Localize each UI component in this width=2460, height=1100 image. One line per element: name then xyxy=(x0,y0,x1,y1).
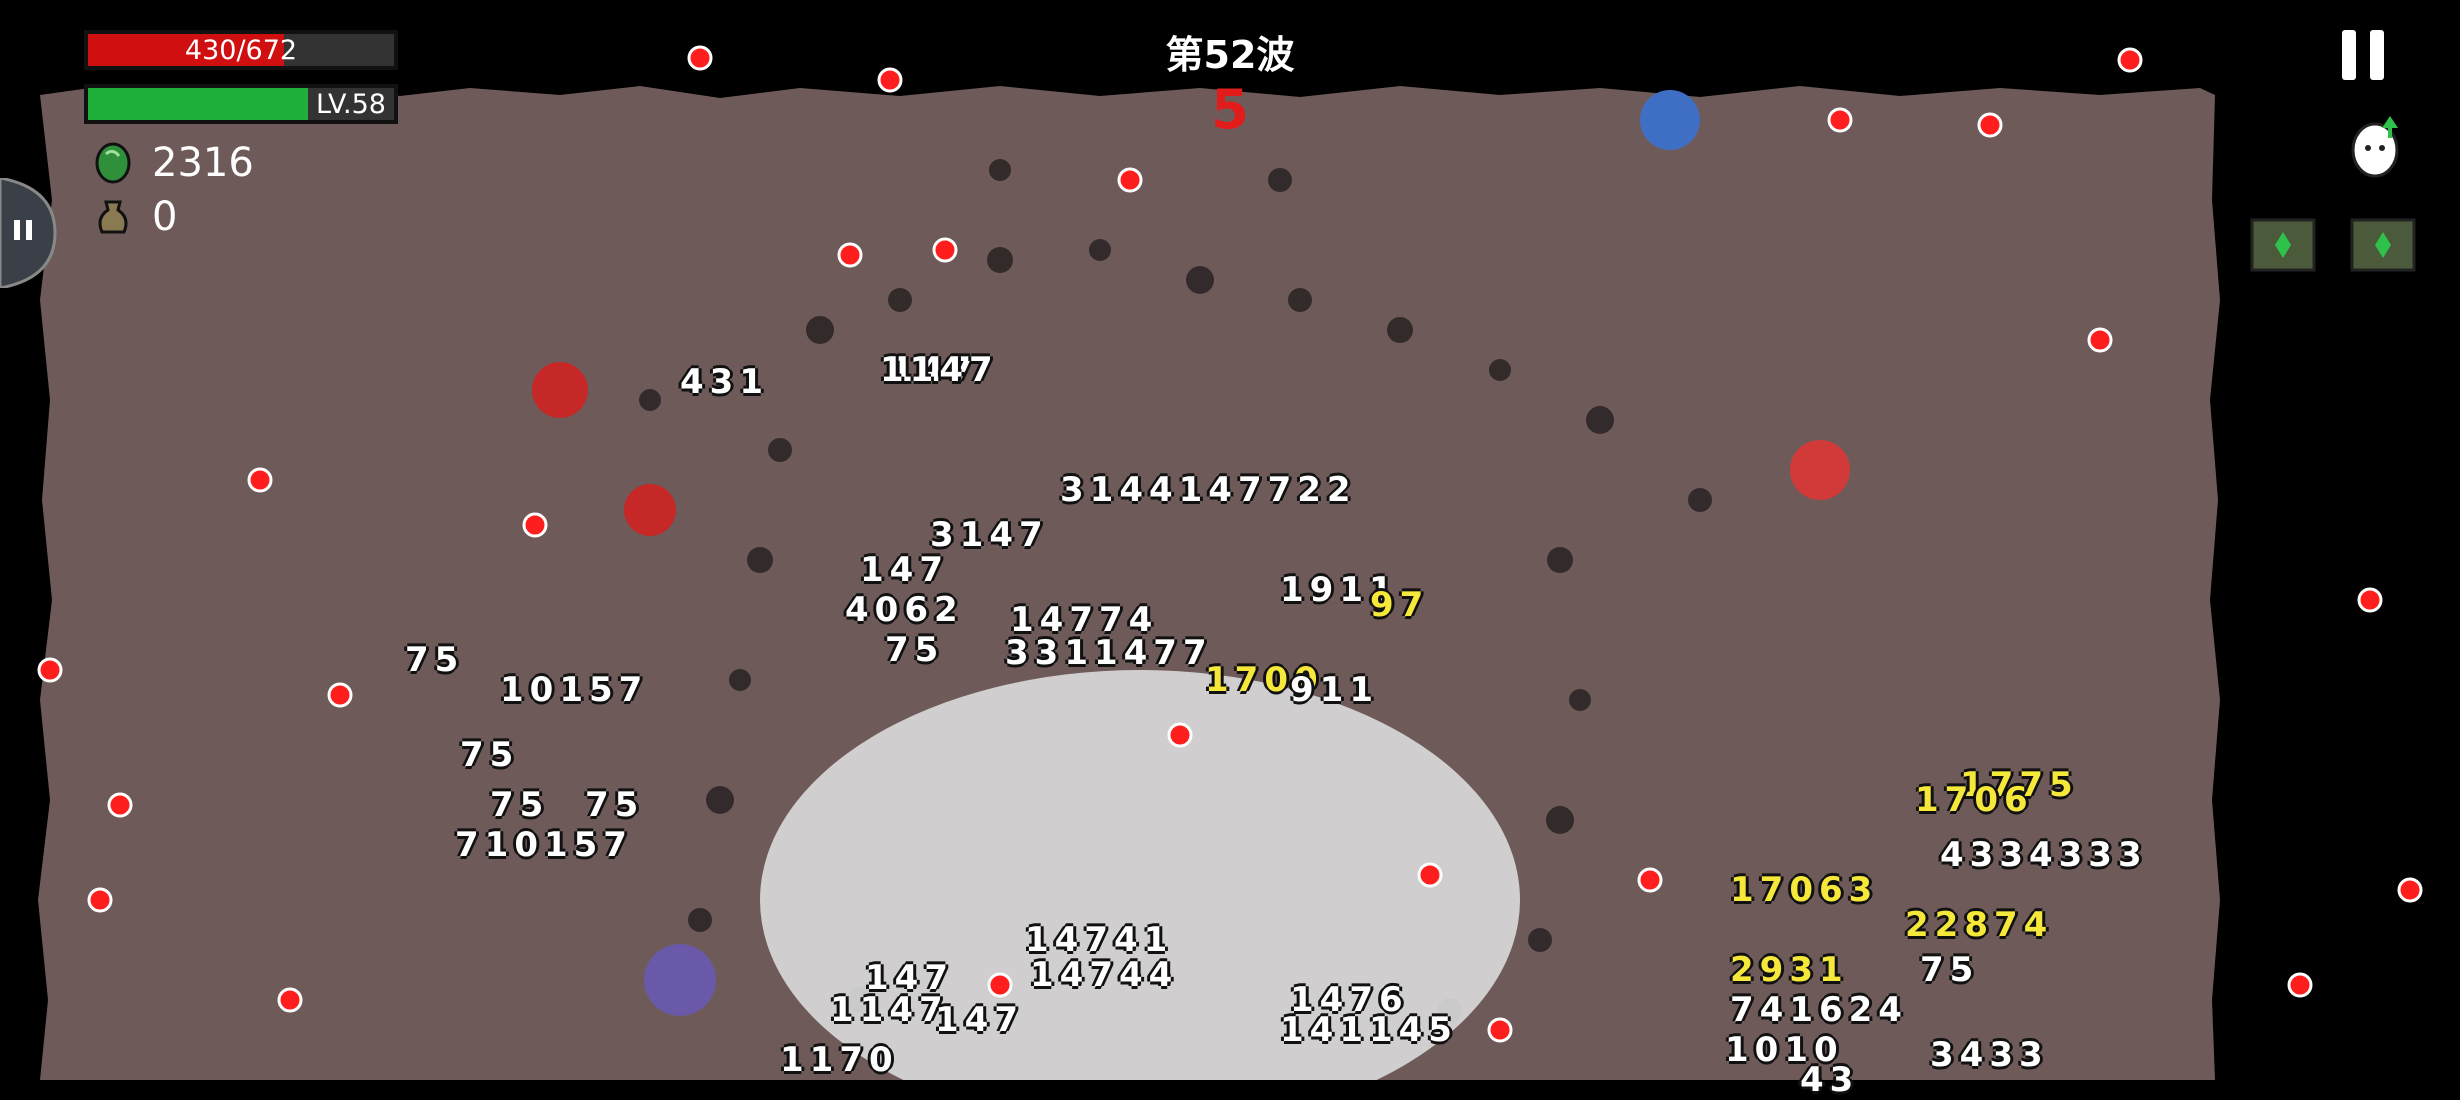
damage-number: 741624 xyxy=(1730,990,1908,1030)
enemy-x xyxy=(624,484,676,536)
supply-crate-icon[interactable] xyxy=(2248,210,2318,280)
damage-number: 1147 xyxy=(830,990,949,1030)
damage-number: 710157 xyxy=(455,825,633,865)
supply-crate-icon[interactable] xyxy=(2348,210,2418,280)
damage-number: 3144147722 xyxy=(1060,470,1357,510)
damage-number: 75 xyxy=(405,640,465,680)
damage-number: 4334333 xyxy=(1940,835,2148,875)
egg-mascot-icon[interactable] xyxy=(2340,110,2410,180)
damage-number: 911 xyxy=(1290,670,1379,710)
damage-number: 75 xyxy=(1920,950,1980,990)
wave-countdown: 5 xyxy=(1211,78,1249,141)
damage-number: 147 xyxy=(860,550,949,590)
wave-title: 第52波 xyxy=(1165,33,1295,77)
damage-number: 75 xyxy=(585,785,645,825)
damage-number: 431 xyxy=(680,362,769,402)
enemy-purple xyxy=(644,944,716,1016)
bag-counter: 0 xyxy=(92,194,177,240)
damage-number: 4062 xyxy=(845,590,964,630)
damage-number: 3311477 xyxy=(1005,633,1213,673)
damage-number: 2931 xyxy=(1730,950,1849,990)
bag-value: 0 xyxy=(152,194,178,240)
damage-number: 3147 xyxy=(930,515,1049,555)
enemy-x xyxy=(532,362,588,418)
damage-number: 1170 xyxy=(780,1040,899,1080)
player-mech xyxy=(1790,440,1850,500)
coin-counter: 2316 xyxy=(92,140,254,186)
damage-number: 43 xyxy=(1800,1060,1860,1100)
damage-number: 75 xyxy=(460,735,520,775)
coin-value: 2316 xyxy=(152,140,254,186)
damage-number: 14741 xyxy=(1025,920,1174,960)
damage-number: 97 xyxy=(1370,585,1430,625)
damage-number: 1147 xyxy=(880,350,999,390)
damage-number: 75 xyxy=(490,785,550,825)
damage-number: 141145 xyxy=(1280,1010,1458,1050)
damage-number: 22874 xyxy=(1905,905,2054,945)
damage-number: 10157 xyxy=(500,670,649,710)
green-gem-icon xyxy=(95,142,131,184)
damage-number: 14744 xyxy=(1030,955,1179,995)
battle-arena xyxy=(37,45,2423,1080)
damage-number: 17063 xyxy=(1730,870,1879,910)
damage-number: 1706 xyxy=(1915,780,2034,820)
damage-number: 147 xyxy=(935,1000,1024,1040)
damage-number: 3433 xyxy=(1930,1035,2049,1075)
money-bag-icon xyxy=(98,200,128,234)
pause-button[interactable] xyxy=(2340,30,2386,80)
side-tab-icon[interactable] xyxy=(0,178,70,288)
damage-number: 75 xyxy=(885,630,945,670)
